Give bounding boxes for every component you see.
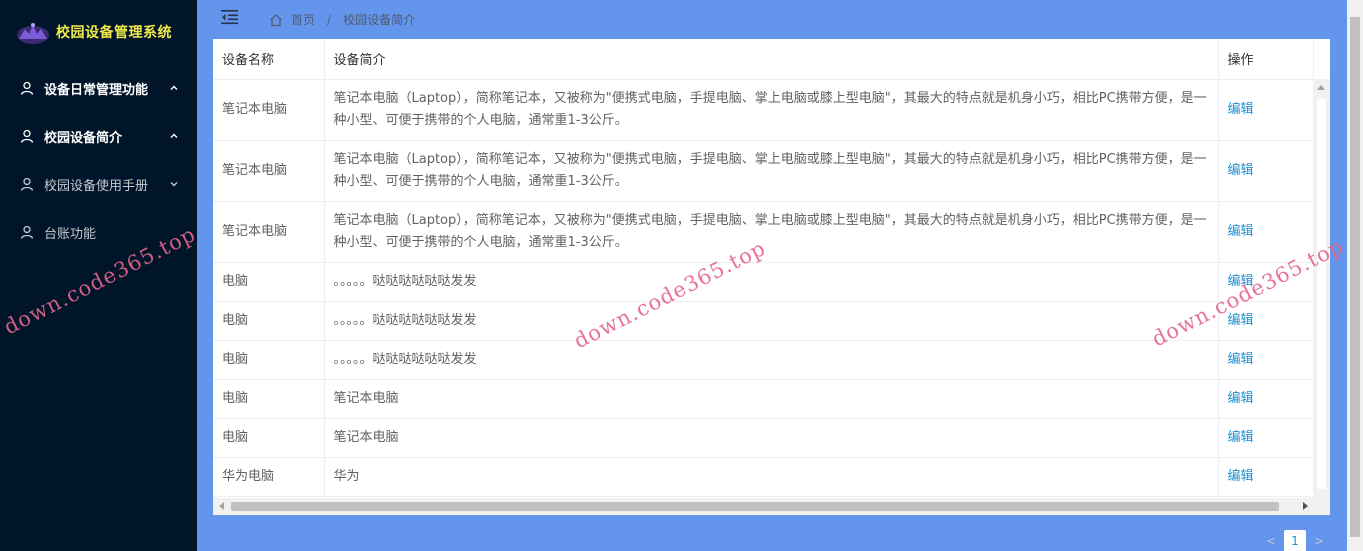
user-icon — [20, 177, 34, 191]
table-vertical-scrollbar[interactable] — [1313, 79, 1330, 515]
cell-desc: 。。。。。哒哒哒哒哒哒发发 — [324, 262, 1219, 302]
chevron-down-icon — [170, 182, 178, 187]
chevron-up-icon — [170, 133, 178, 138]
edit-link[interactable]: 编辑 — [1228, 430, 1254, 445]
header: 首页 / 校园设备简介 — [197, 0, 1347, 38]
prev-page-button[interactable]: < — [1260, 530, 1282, 551]
edit-link[interactable]: 编辑 — [1228, 391, 1254, 406]
cell-desc: 。。。。。哒哒哒哒哒哒发发 — [324, 301, 1219, 341]
table-row: 电脑 笔记本电脑 编辑 — [213, 379, 1314, 419]
column-header-op: 操作 — [1218, 39, 1314, 80]
table-row: 华为电脑 华为 编辑 — [213, 457, 1314, 497]
edit-link[interactable]: 编辑 — [1228, 274, 1254, 289]
edit-link[interactable]: 编辑 — [1228, 224, 1254, 239]
edit-link[interactable]: 编辑 — [1228, 102, 1254, 117]
scroll-right-arrow-icon[interactable] — [1303, 502, 1308, 510]
sidebar-item-daily-management[interactable]: 设备日常管理功能 — [0, 64, 197, 112]
edit-link[interactable]: 编辑 — [1228, 352, 1254, 367]
cell-desc: 笔记本电脑（Laptop），简称笔记本，又被称为"便携式电脑，手提电脑、掌上电脑… — [324, 79, 1219, 141]
home-icon[interactable] — [269, 13, 283, 27]
cell-desc: 笔记本电脑 — [324, 418, 1219, 458]
cell-desc: 笔记本电脑（Laptop），简称笔记本，又被称为"便携式电脑，手提电脑、掌上电脑… — [324, 140, 1219, 202]
sidebar-item-label: 校园设备使用手册 — [44, 178, 149, 194]
cell-name: 笔记本电脑 — [213, 201, 325, 263]
cell-desc: 华为 — [324, 457, 1219, 497]
pagination: < 1 > — [1260, 530, 1330, 551]
cell-name: 笔记本电脑 — [213, 79, 325, 141]
breadcrumb: 首页 / 校园设备简介 — [269, 11, 415, 28]
table-row: 电脑 。。。。。哒哒哒哒哒哒发发 编辑 — [213, 340, 1314, 380]
sidebar-item-label: 设备日常管理功能 — [44, 82, 149, 98]
edit-link[interactable]: 编辑 — [1228, 163, 1254, 178]
cell-name: 电脑 — [213, 301, 325, 341]
breadcrumb-separator: / — [327, 12, 332, 27]
cell-name: 笔记本电脑 — [213, 140, 325, 202]
scroll-up-arrow-icon[interactable] — [1317, 85, 1325, 90]
user-icon — [20, 129, 34, 143]
table-horizontal-scrollbar[interactable] — [213, 498, 1330, 515]
edit-link[interactable]: 编辑 — [1228, 313, 1254, 328]
scroll-left-arrow-icon[interactable] — [219, 502, 224, 510]
user-icon — [20, 81, 34, 95]
cell-desc: 笔记本电脑 — [324, 379, 1219, 419]
scrollbar-thumb[interactable] — [1317, 99, 1326, 489]
cell-name: 电脑 — [213, 262, 325, 302]
sidebar: 校园设备管理系统 设备日常管理功能 校园设备简介 校园设备使用手册 台账功能 — [0, 0, 197, 551]
scrollbar-thumb[interactable] — [231, 502, 1279, 511]
sidebar-item-device-intro[interactable]: 校园设备简介 — [0, 112, 197, 160]
device-table-card: 设备名称 设备简介 操作 笔记本电脑 笔记本电脑（Laptop），简称笔记本，又… — [213, 39, 1330, 515]
table-row: 笔记本电脑 笔记本电脑（Laptop），简称笔记本，又被称为"便携式电脑，手提电… — [213, 140, 1314, 202]
cell-name: 华为电脑 — [213, 457, 325, 497]
table-row: 电脑 。。。。。哒哒哒哒哒哒发发 编辑 — [213, 301, 1314, 341]
table-row: 笔记本电脑 笔记本电脑（Laptop），简称笔记本，又被称为"便携式电脑，手提电… — [213, 201, 1314, 263]
breadcrumb-current: 校园设备简介 — [343, 13, 416, 27]
logo-icon — [17, 23, 49, 44]
device-table: 设备名称 设备简介 操作 笔记本电脑 笔记本电脑（Laptop），简称笔记本，又… — [213, 39, 1314, 497]
page-number-1[interactable]: 1 — [1284, 530, 1306, 551]
page-vertical-scrollbar[interactable] — [1347, 0, 1363, 551]
column-header-desc[interactable]: 设备简介 — [324, 39, 1219, 80]
cell-desc: 笔记本电脑（Laptop），简称笔记本，又被称为"便携式电脑，手提电脑、掌上电脑… — [324, 201, 1219, 263]
table-row: 电脑 笔记本电脑 编辑 — [213, 418, 1314, 458]
sidebar-item-device-manual[interactable]: 校园设备使用手册 — [0, 160, 197, 208]
table-row: 笔记本电脑 笔记本电脑（Laptop），简称笔记本，又被称为"便携式电脑，手提电… — [213, 79, 1314, 141]
sidebar-item-label: 台账功能 — [44, 226, 97, 242]
sidebar-item-ledger[interactable]: 台账功能 — [0, 208, 197, 256]
app-title: 校园设备管理系统 — [56, 25, 172, 41]
breadcrumb-home[interactable]: 首页 — [291, 11, 315, 28]
next-page-button[interactable]: > — [1308, 530, 1330, 551]
sidebar-item-label: 校园设备简介 — [44, 130, 123, 146]
user-icon — [20, 225, 34, 239]
menu-fold-icon[interactable] — [221, 9, 239, 25]
cell-desc: 。。。。。哒哒哒哒哒哒发发 — [324, 340, 1219, 380]
scrollbar-thumb[interactable] — [1350, 17, 1360, 537]
logo: 校园设备管理系统 — [0, 0, 197, 64]
column-header-name[interactable]: 设备名称 — [213, 39, 325, 80]
cell-name: 电脑 — [213, 379, 325, 419]
table-row: 电脑 。。。。。哒哒哒哒哒哒发发 编辑 — [213, 262, 1314, 302]
cell-name: 电脑 — [213, 340, 325, 380]
edit-link[interactable]: 编辑 — [1228, 469, 1254, 484]
chevron-up-icon — [170, 85, 178, 90]
cell-name: 电脑 — [213, 418, 325, 458]
table-header-row: 设备名称 设备简介 操作 — [213, 39, 1314, 80]
